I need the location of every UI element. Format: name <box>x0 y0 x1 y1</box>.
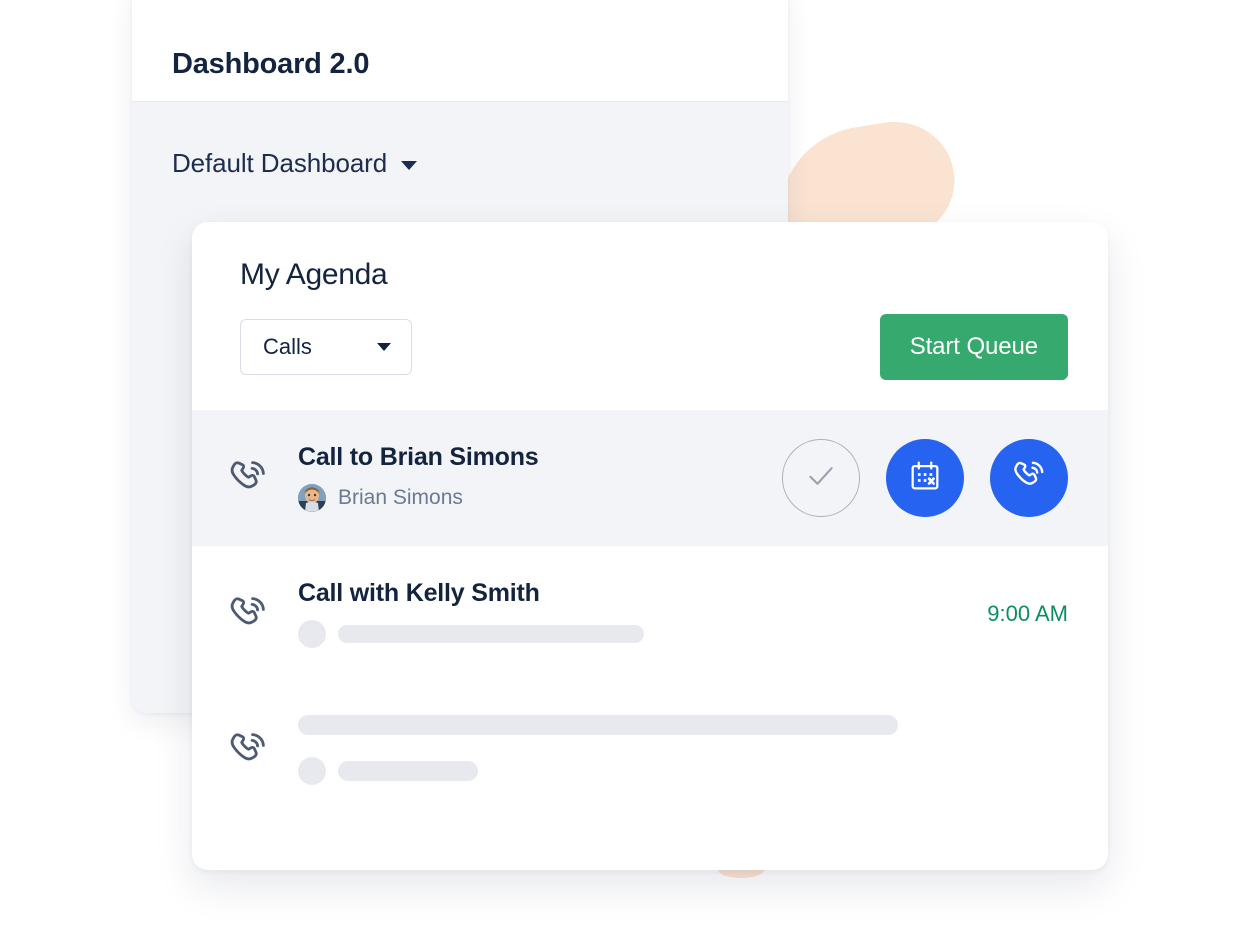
agenda-row[interactable]: Call to Brian Simons Brian Simons <box>192 410 1108 546</box>
agenda-filter-select[interactable]: Calls <box>240 319 412 375</box>
skeleton-avatar <box>298 757 326 785</box>
agenda-row-contact-name: Brian Simons <box>338 485 463 509</box>
agenda-row-body: Call with Kelly Smith <box>298 580 967 648</box>
dashboard-selector-label: Default Dashboard <box>172 148 388 178</box>
call-now-button[interactable] <box>990 439 1068 517</box>
avatar <box>298 483 326 512</box>
chevron-down-icon <box>401 161 418 170</box>
agenda-row-body <box>298 715 1068 785</box>
agenda-row-contact: Brian Simons <box>298 483 758 512</box>
agenda-controls: Calls Start Queue <box>240 314 1068 380</box>
page-title: Dashboard 2.0 <box>172 48 370 80</box>
agenda-row-placeholder <box>298 619 967 648</box>
agenda-row-placeholder <box>298 757 1068 785</box>
agenda-row-actions <box>782 439 1068 517</box>
agenda-filter-value: Calls <box>263 334 312 359</box>
agenda-row[interactable] <box>192 682 1108 818</box>
check-icon <box>804 459 838 498</box>
agenda-title: My Agenda <box>240 258 388 291</box>
dashboard-selector[interactable]: Default Dashboard <box>132 102 418 179</box>
reschedule-task-button[interactable] <box>886 439 964 517</box>
agenda-card-header: My Agenda Calls Start Queue <box>192 222 1108 410</box>
phone-call-icon <box>220 457 276 499</box>
agenda-list: Call to Brian Simons Brian Simons Call w… <box>192 410 1108 870</box>
dashboard-card-header: Dashboard 2.0 <box>132 0 788 102</box>
complete-task-button[interactable] <box>782 439 860 517</box>
agenda-row-body: Call to Brian Simons Brian Simons <box>298 444 758 512</box>
agenda-row-title: Call with Kelly Smith <box>298 579 540 608</box>
skeleton-line <box>338 624 644 643</box>
agenda-card: My Agenda Calls Start Queue Call to Bria… <box>192 222 1108 870</box>
phone-call-icon <box>1011 458 1047 499</box>
start-queue-button[interactable]: Start Queue <box>879 314 1068 380</box>
agenda-row-time: 9:00 AM <box>987 601 1068 626</box>
agenda-row[interactable]: Call with Kelly Smith 9:00 AM <box>192 546 1108 682</box>
calendar-cancel-icon <box>908 459 942 498</box>
skeleton-avatar <box>298 619 326 648</box>
phone-call-icon <box>220 593 276 635</box>
chevron-down-icon <box>377 343 391 351</box>
phone-call-icon <box>220 729 276 771</box>
agenda-row-title: Call to Brian Simons <box>298 443 539 472</box>
screenshot-root: Dashboard 2.0 Default Dashboard My Agend… <box>0 0 1240 946</box>
skeleton-line <box>298 715 898 735</box>
skeleton-line <box>338 761 478 781</box>
